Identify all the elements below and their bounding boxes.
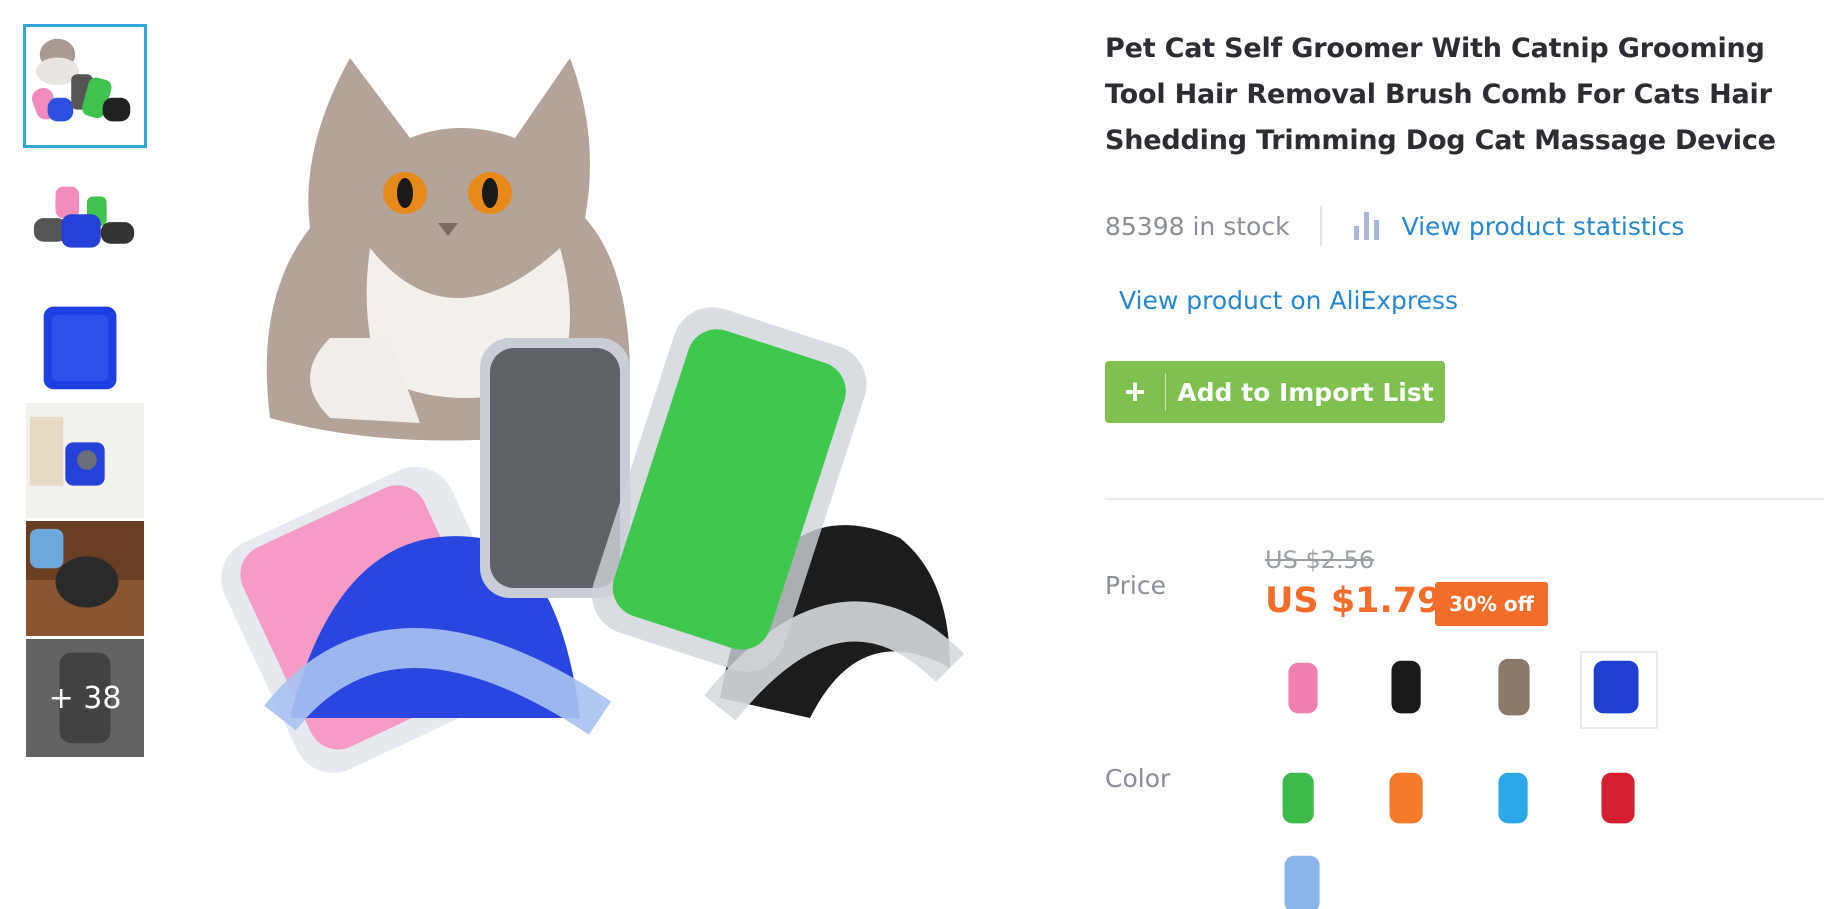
color-label: Color (1105, 764, 1171, 793)
thumbnail-4[interactable] (23, 400, 147, 524)
add-to-import-list-button[interactable]: + Add to Import List (1105, 361, 1445, 423)
color-swatch-blue[interactable] (1580, 651, 1658, 729)
thumbnail-image (26, 521, 144, 639)
thumbnail-image (26, 403, 144, 521)
thumbnail-image (33, 186, 135, 248)
bar-chart-icon[interactable] (1352, 210, 1382, 242)
swatch-image (1593, 660, 1639, 714)
current-price: US $1.79 (1265, 581, 1442, 621)
view-statistics-link[interactable]: View product statistics (1402, 212, 1685, 241)
vertical-divider (1319, 206, 1322, 246)
color-swatch-black[interactable] (1370, 651, 1448, 729)
swatch-image (1288, 662, 1318, 714)
view-on-aliexpress-link[interactable]: View product on AliExpress (1119, 286, 1458, 315)
discount-badge: 30% off (1435, 582, 1548, 626)
thumbnail-5[interactable] (23, 518, 147, 642)
product-title: Pet Cat Self Groomer With Catnip Groomin… (1105, 33, 1776, 156)
color-swatch-red[interactable] (1580, 761, 1658, 839)
color-swatch-orange[interactable] (1370, 761, 1448, 839)
swatch-image (1282, 772, 1314, 824)
swatch-image (1498, 658, 1530, 716)
swatch-image (1601, 772, 1635, 824)
product-info-panel: Pet Cat Self Groomer With Catnip Groomin… (1105, 26, 1824, 909)
product-photo (221, 58, 965, 773)
original-price: US $2.56 (1265, 546, 1375, 574)
color-swatch-pink[interactable] (1265, 651, 1343, 729)
swatch-image (1391, 660, 1421, 714)
thumbnail-3[interactable] (23, 282, 147, 406)
swatch-image (1389, 772, 1423, 824)
thumbnail-2[interactable] (23, 164, 147, 288)
thumbnail-image (37, 288, 133, 400)
horizontal-divider (1105, 498, 1824, 500)
price-label: Price (1105, 571, 1166, 600)
swatch-image (1284, 855, 1320, 909)
stock-count: 85398 in stock (1105, 211, 1290, 241)
add-button-label: Add to Import List (1177, 377, 1434, 407)
more-images-count: + 38 (26, 639, 144, 757)
stock-stats-row: 85398 in stock View product statistics (1105, 206, 1684, 246)
thumbnail-image (31, 38, 131, 122)
plus-icon: + (1124, 371, 1146, 412)
color-swatch-brown[interactable] (1475, 651, 1553, 729)
main-product-image (160, 18, 1060, 888)
color-swatch-light-blue[interactable] (1475, 761, 1553, 839)
thumbnail-6[interactable]: + 38 (23, 636, 147, 760)
color-swatch-pale-blue[interactable] (1265, 846, 1343, 909)
thumbnail-1[interactable] (23, 24, 147, 148)
swatch-image (1498, 772, 1528, 824)
color-swatch-green[interactable] (1265, 761, 1343, 839)
